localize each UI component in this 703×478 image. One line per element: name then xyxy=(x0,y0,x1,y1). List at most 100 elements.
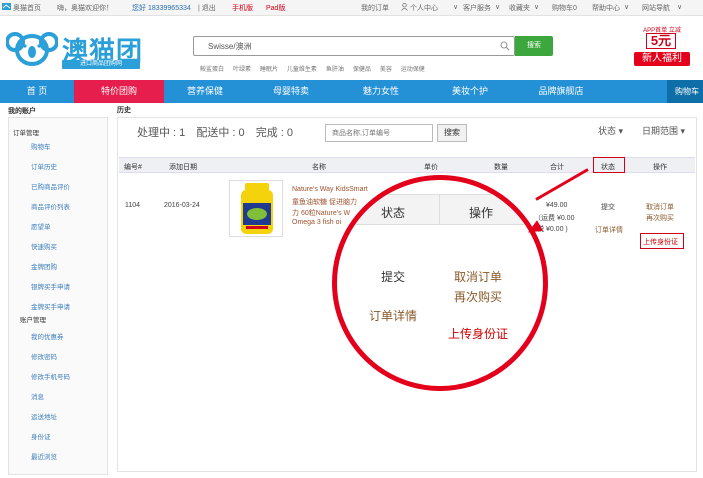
rebuy-link[interactable]: 再次购买 xyxy=(646,213,674,223)
sidebar-item-cart[interactable]: 购物车 xyxy=(31,141,51,151)
hot-keywords: 鲛鲨蛋白 叶绿素 睡眠片 儿童维生素 鱼肝油 保健品 美容 运动保健 xyxy=(200,64,432,73)
zoom-order-detail[interactable]: 订单详情 xyxy=(369,307,417,324)
zoom-cancel-order[interactable]: 取消订单 xyxy=(454,268,502,285)
col-name: 名称 xyxy=(312,164,326,171)
sidebar-item-change-phone[interactable]: 修改手机号码 xyxy=(31,371,70,381)
hot-keyword[interactable]: 鲛鲨蛋白 xyxy=(200,67,224,73)
stat-completed[interactable]: 完成 : 0 xyxy=(256,127,293,139)
help-center-menu[interactable]: 帮助中心 xyxy=(592,3,620,13)
order-id: 1104 xyxy=(125,202,141,209)
nav-mother-baby[interactable]: 母婴特卖 xyxy=(246,80,336,103)
app-promo-banner[interactable]: APP首单 立减 5元 新人福利 xyxy=(628,25,696,71)
chevron-down-icon: ∨ xyxy=(624,4,630,11)
header: 澳猫团 进口商品团购网 搜索 鲛鲨蛋白 叶绿素 睡眠片 儿童维生素 鱼肝油 保健… xyxy=(0,17,703,79)
chevron-down-icon: ∨ xyxy=(534,4,540,11)
search-icon[interactable] xyxy=(500,41,510,53)
sidebar-item-shipping-address[interactable]: 运送地址 xyxy=(31,411,57,421)
hot-keyword[interactable]: 保健品 xyxy=(353,67,371,73)
personal-center-menu[interactable]: 个人中心 xyxy=(410,3,438,13)
zoom-header-divider xyxy=(439,194,440,225)
page-title: 历史 xyxy=(117,107,131,114)
zoom-upload-id[interactable]: 上传身份证 xyxy=(448,325,508,342)
logout-link[interactable]: | 退出 xyxy=(198,3,216,13)
site-nav-menu[interactable]: 网站导航 xyxy=(642,3,670,13)
zoom-status: 提交 xyxy=(381,270,406,284)
order-search-input[interactable] xyxy=(325,124,433,142)
home-link[interactable]: 奥猫首页 xyxy=(13,3,41,13)
product-image[interactable] xyxy=(229,180,283,237)
hot-keyword[interactable]: 鱼肝油 xyxy=(326,67,344,73)
sidebar-item-recently-viewed[interactable]: 最近浏览 xyxy=(31,451,57,461)
sidebar-item-order-history[interactable]: 订单历史 xyxy=(31,161,57,171)
sidebar-title: 我的账户 xyxy=(8,108,36,115)
date-range-label: 日期范围 xyxy=(642,126,679,136)
sidebar-item-wishlist[interactable]: 愿望单 xyxy=(31,221,51,231)
status-filter-dropdown[interactable]: 状态 ▾ xyxy=(598,124,623,137)
sidebar-item-rate-purchased[interactable]: 已购商品评价 xyxy=(31,181,70,191)
welcome-text: 嗨，奥猫欢迎你！ xyxy=(57,5,113,12)
col-actions: 操作 xyxy=(653,164,667,171)
search-box xyxy=(193,36,515,56)
sidebar-item-review-list[interactable]: 商品评价列表 xyxy=(31,201,70,211)
logo-subtitle: 进口商品团购网 xyxy=(62,60,140,69)
nav-cart-button[interactable]: 购物车 xyxy=(667,80,703,103)
top-bar: 奥猫首页 嗨，奥猫欢迎你！ 您好 18339965334 | 退出 手机版 Pa… xyxy=(0,0,703,16)
cancel-order-link[interactable]: 取消订单 xyxy=(646,202,674,212)
nav-brand-stores[interactable]: 品牌旗舰店 xyxy=(514,80,608,103)
nav-nutrition[interactable]: 营养保健 xyxy=(164,80,246,103)
date-range-dropdown[interactable]: 日期范围 ▾ xyxy=(642,124,685,137)
sidebar-item-coupons[interactable]: 我的优惠券 xyxy=(31,331,64,341)
search-input[interactable] xyxy=(194,37,484,55)
order-date: 2016-03-24 xyxy=(164,202,200,209)
sidebar-section-orders: 订单管理 xyxy=(13,130,39,137)
hot-keyword[interactable]: 运动保健 xyxy=(401,67,425,73)
nav-special-group-buy[interactable]: 特价团购 xyxy=(74,80,164,103)
col-qty: 数量 xyxy=(494,164,508,171)
col-price: 单价 xyxy=(424,164,438,171)
hot-keyword[interactable]: 睡眠片 xyxy=(260,67,278,73)
sidebar-item-silver-buyer[interactable]: 银牌买手申请 xyxy=(31,281,70,291)
hot-keyword[interactable]: 美容 xyxy=(380,67,392,73)
zoom-rebuy[interactable]: 再次购买 xyxy=(454,288,502,305)
search-button[interactable]: 搜索 xyxy=(515,36,553,56)
status-header-highlight xyxy=(593,157,625,173)
col-id: 编号# xyxy=(124,164,142,171)
nav-beauty[interactable]: 美妆个护 xyxy=(426,80,514,103)
product-name-line[interactable]: Nature's Way KidsSmart xyxy=(292,186,368,193)
product-name-line[interactable]: Omega 3 fish oi xyxy=(292,219,341,226)
sidebar-item-messages[interactable]: 消息 xyxy=(31,391,44,401)
mobile-link[interactable]: 手机版 xyxy=(232,3,253,13)
sidebar-item-change-password[interactable]: 修改密码 xyxy=(31,351,57,361)
sidebar-item-gold-group[interactable]: 金牌团购 xyxy=(31,261,57,271)
stat-shipping[interactable]: 配送中 : 0 xyxy=(196,127,244,139)
person-icon xyxy=(401,3,408,13)
pad-link[interactable]: Pad版 xyxy=(266,3,285,13)
hot-keyword[interactable]: 叶绿素 xyxy=(233,67,251,73)
order-detail-link[interactable]: 订单详情 xyxy=(595,225,623,235)
promo-bottom-text: 新人福利 xyxy=(634,52,690,66)
order-stats: 处理中 : 1 配送中 : 0 完成 : 0 xyxy=(137,124,301,140)
hot-keyword[interactable]: 儿童维生素 xyxy=(287,67,317,73)
nav-home[interactable]: 首 页 xyxy=(0,80,74,103)
account-sidebar: 我的账户 订单管理 购物车 订单历史 已购商品评价 商品评价列表 愿望单 快速购… xyxy=(0,103,110,478)
zoom-callout: 状态 操作 提交 取消订单 再次购买 订单详情 上传身份证 xyxy=(332,175,548,391)
status-filter-label: 状态 xyxy=(598,126,617,136)
order-status: 提交 xyxy=(601,204,615,211)
sidebar-item-quick-buy[interactable]: 快速购买 xyxy=(31,241,57,251)
koala-logo-icon[interactable] xyxy=(5,31,59,67)
nav-women[interactable]: 魅力女性 xyxy=(336,80,426,103)
my-orders-link[interactable]: 我的订单 xyxy=(361,3,389,13)
favorites-menu[interactable]: 收藏夹 xyxy=(509,3,530,13)
upload-id-link[interactable]: 上传身份证 xyxy=(643,237,678,247)
col-date: 添加日期 xyxy=(169,164,197,171)
chevron-down-icon: ∨ xyxy=(453,4,459,11)
zoom-actions-header: 操作 xyxy=(469,206,494,220)
order-search-button[interactable]: 搜索 xyxy=(437,124,467,142)
col-total: 合计 xyxy=(550,164,564,171)
customer-service-menu[interactable]: 客户服务 xyxy=(463,3,491,13)
cart-link[interactable]: 购物车0 xyxy=(552,3,577,13)
stat-processing[interactable]: 处理中 : 1 xyxy=(137,127,185,139)
user-link[interactable]: 您好 18339965334 xyxy=(132,3,191,13)
sidebar-item-gold-buyer[interactable]: 金牌买手申请 xyxy=(31,301,70,311)
sidebar-item-id-card[interactable]: 身份证 xyxy=(31,431,51,441)
